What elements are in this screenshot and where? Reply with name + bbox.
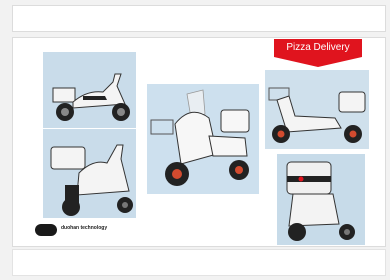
scooter-photo-side-right [265, 70, 369, 149]
pizza-delivery-banner: Pizza Delivery [274, 39, 362, 67]
brand-logo-icon [35, 224, 57, 236]
scooter-photo-side-left [43, 52, 136, 128]
bottom-toolbar [12, 249, 386, 276]
scooter-photo-pizza-box [277, 154, 365, 245]
banner-label: Pizza Delivery [286, 42, 350, 53]
scooter-photo-front [147, 84, 259, 194]
slide-page: Pizza Delivery duohan technology [12, 37, 386, 247]
top-toolbar [12, 5, 386, 32]
brand-name: duohan technology [61, 225, 108, 231]
brand-logo: duohan technology [35, 224, 155, 240]
scooter-photo-rear [43, 129, 136, 218]
